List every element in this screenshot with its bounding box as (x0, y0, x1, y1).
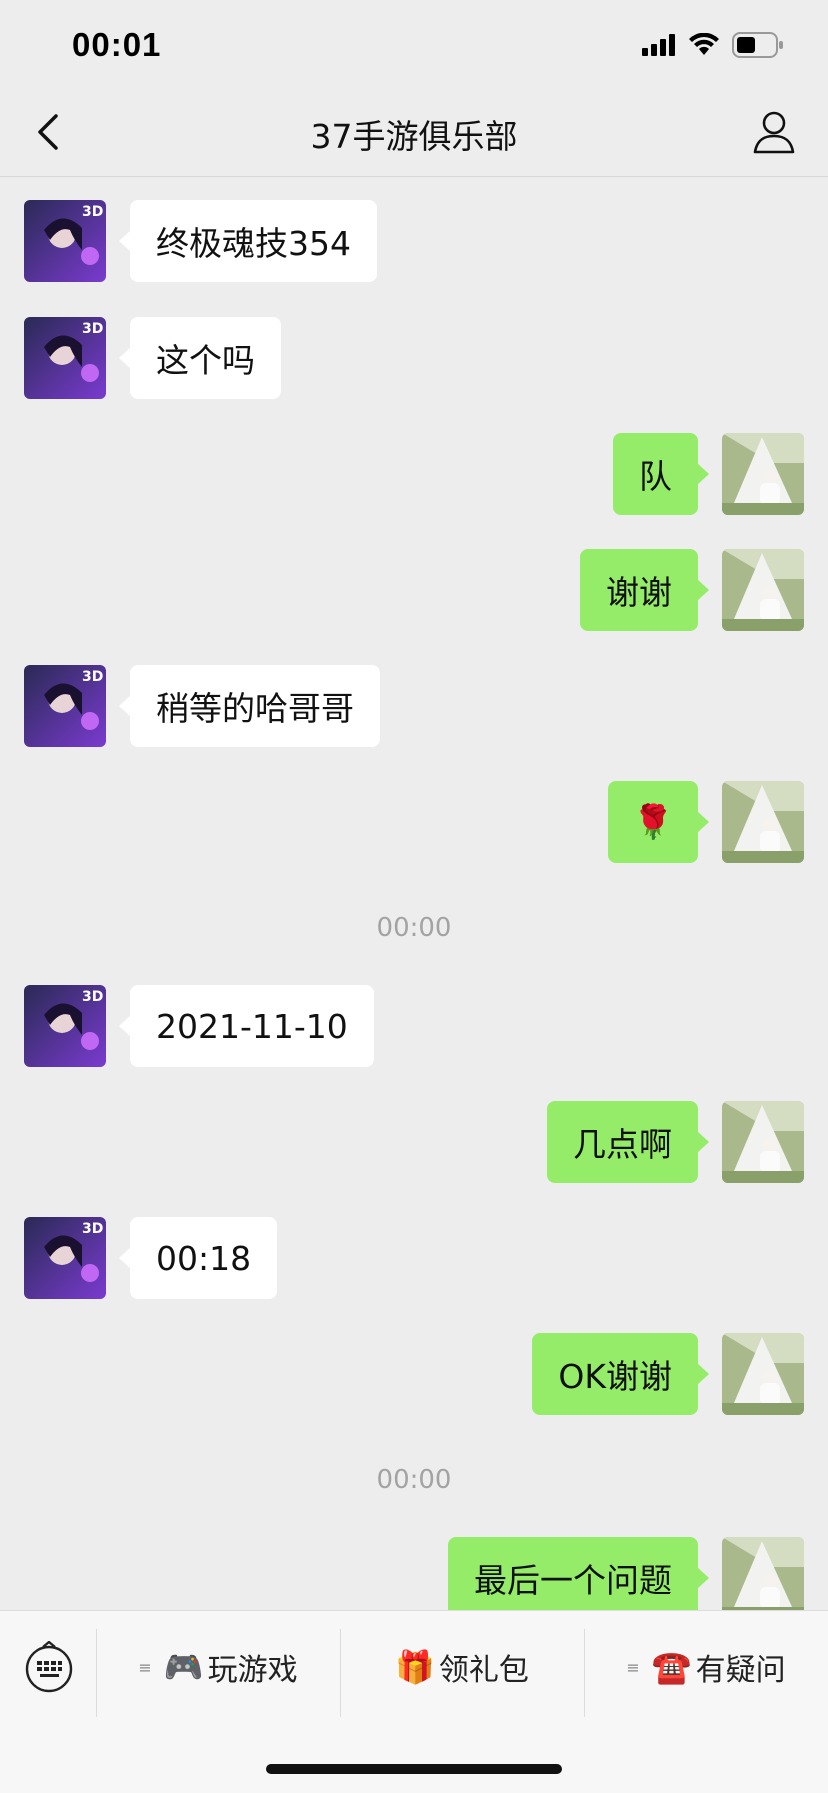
contact-avatar[interactable]: 3D (24, 1217, 106, 1299)
message-row: 3D 00:18 (0, 1217, 828, 1301)
person-icon (753, 111, 795, 154)
message-bubble[interactable]: 最后一个问题 (448, 1537, 709, 1610)
contact-avatar[interactable]: 3D (24, 665, 106, 747)
signal-icon (642, 34, 675, 56)
message-row: 3D 终极魂技354 (0, 200, 828, 284)
svg-text:3D: 3D (82, 1221, 103, 1237)
gift-icon: 🎁 (395, 1648, 435, 1686)
home-indicator[interactable] (266, 1764, 562, 1774)
message-row: 3D 2021-11-10 (0, 985, 828, 1069)
keyboard-icon (25, 1640, 73, 1693)
menu-item-label: 领礼包 (438, 1653, 529, 1688)
message-bubble[interactable]: 2021-11-10 (119, 985, 374, 1067)
chat-area[interactable]: 3D 终极魂技354 3D 这个吗 队 谢谢 3D 稍等的哈哥哥 🌹 00:00… (0, 177, 828, 1610)
my-avatar[interactable] (722, 1101, 804, 1183)
contact-avatar[interactable]: 3D (24, 317, 106, 399)
my-avatar[interactable] (722, 1537, 804, 1610)
my-avatar[interactable] (722, 549, 804, 631)
nav-bar: 37手游俱乐部 (0, 90, 828, 177)
svg-text:3D: 3D (82, 989, 103, 1005)
menu-questions[interactable]: ≡ ☎️ 有疑问 (585, 1641, 827, 1693)
message-bubble[interactable]: 🌹 (608, 781, 709, 863)
chat-title: 37手游俱乐部 (310, 117, 518, 156)
message-row: 谢谢 (0, 549, 828, 633)
message-row: 最后一个问题 (0, 1537, 828, 1610)
menu-play-games[interactable]: ≡ 🎮 玩游戏 (97, 1641, 339, 1693)
message-row: 队 (0, 433, 828, 517)
menu-item-label: 玩游戏 (207, 1653, 298, 1688)
contact-avatar[interactable]: 3D (24, 200, 106, 282)
message-bubble[interactable]: 稍等的哈哥哥 (119, 665, 380, 747)
my-avatar[interactable] (722, 781, 804, 863)
gamepad-icon: 🎮 (163, 1648, 204, 1686)
battery-icon (732, 32, 783, 58)
message-bubble[interactable]: 谢谢 (580, 549, 709, 631)
profile-button[interactable] (750, 108, 798, 156)
message-bubble[interactable]: 终极魂技354 (119, 200, 377, 282)
my-avatar[interactable] (722, 433, 804, 515)
status-icons (642, 30, 784, 60)
menu-claim-gift[interactable]: 🎁 领礼包 (341, 1641, 583, 1693)
telephone-icon: ☎️ (651, 1648, 692, 1686)
message-bubble[interactable]: OK谢谢 (532, 1333, 709, 1415)
status-bar: 00:01 (0, 0, 828, 90)
message-bubble[interactable]: 这个吗 (119, 317, 281, 399)
timestamp: 00:00 (376, 1465, 452, 1495)
message-bubble[interactable]: 几点啊 (547, 1101, 709, 1183)
message-row: 3D 稍等的哈哥哥 (0, 665, 828, 749)
timestamp: 00:00 (376, 913, 452, 943)
submenu-lines-icon: ≡ (626, 1657, 640, 1677)
svg-text:3D: 3D (82, 204, 103, 220)
my-avatar[interactable] (722, 1333, 804, 1415)
message-row: 几点啊 (0, 1101, 828, 1185)
keyboard-toggle-button[interactable] (24, 1640, 74, 1693)
message-bubble[interactable]: 队 (613, 433, 709, 515)
wifi-icon (689, 33, 719, 55)
submenu-lines-icon: ≡ (138, 1657, 152, 1677)
message-bubble[interactable]: 00:18 (118, 1217, 278, 1299)
menu-item-label: 有疑问 (695, 1653, 786, 1688)
message-row: 3D 这个吗 (0, 317, 828, 401)
svg-text:3D: 3D (82, 321, 103, 337)
message-row: 🌹 (0, 781, 828, 865)
contact-avatar[interactable]: 3D (24, 985, 106, 1067)
message-row: OK谢谢 (0, 1333, 828, 1417)
svg-text:3D: 3D (82, 669, 103, 685)
status-time: 00:01 (72, 26, 162, 63)
